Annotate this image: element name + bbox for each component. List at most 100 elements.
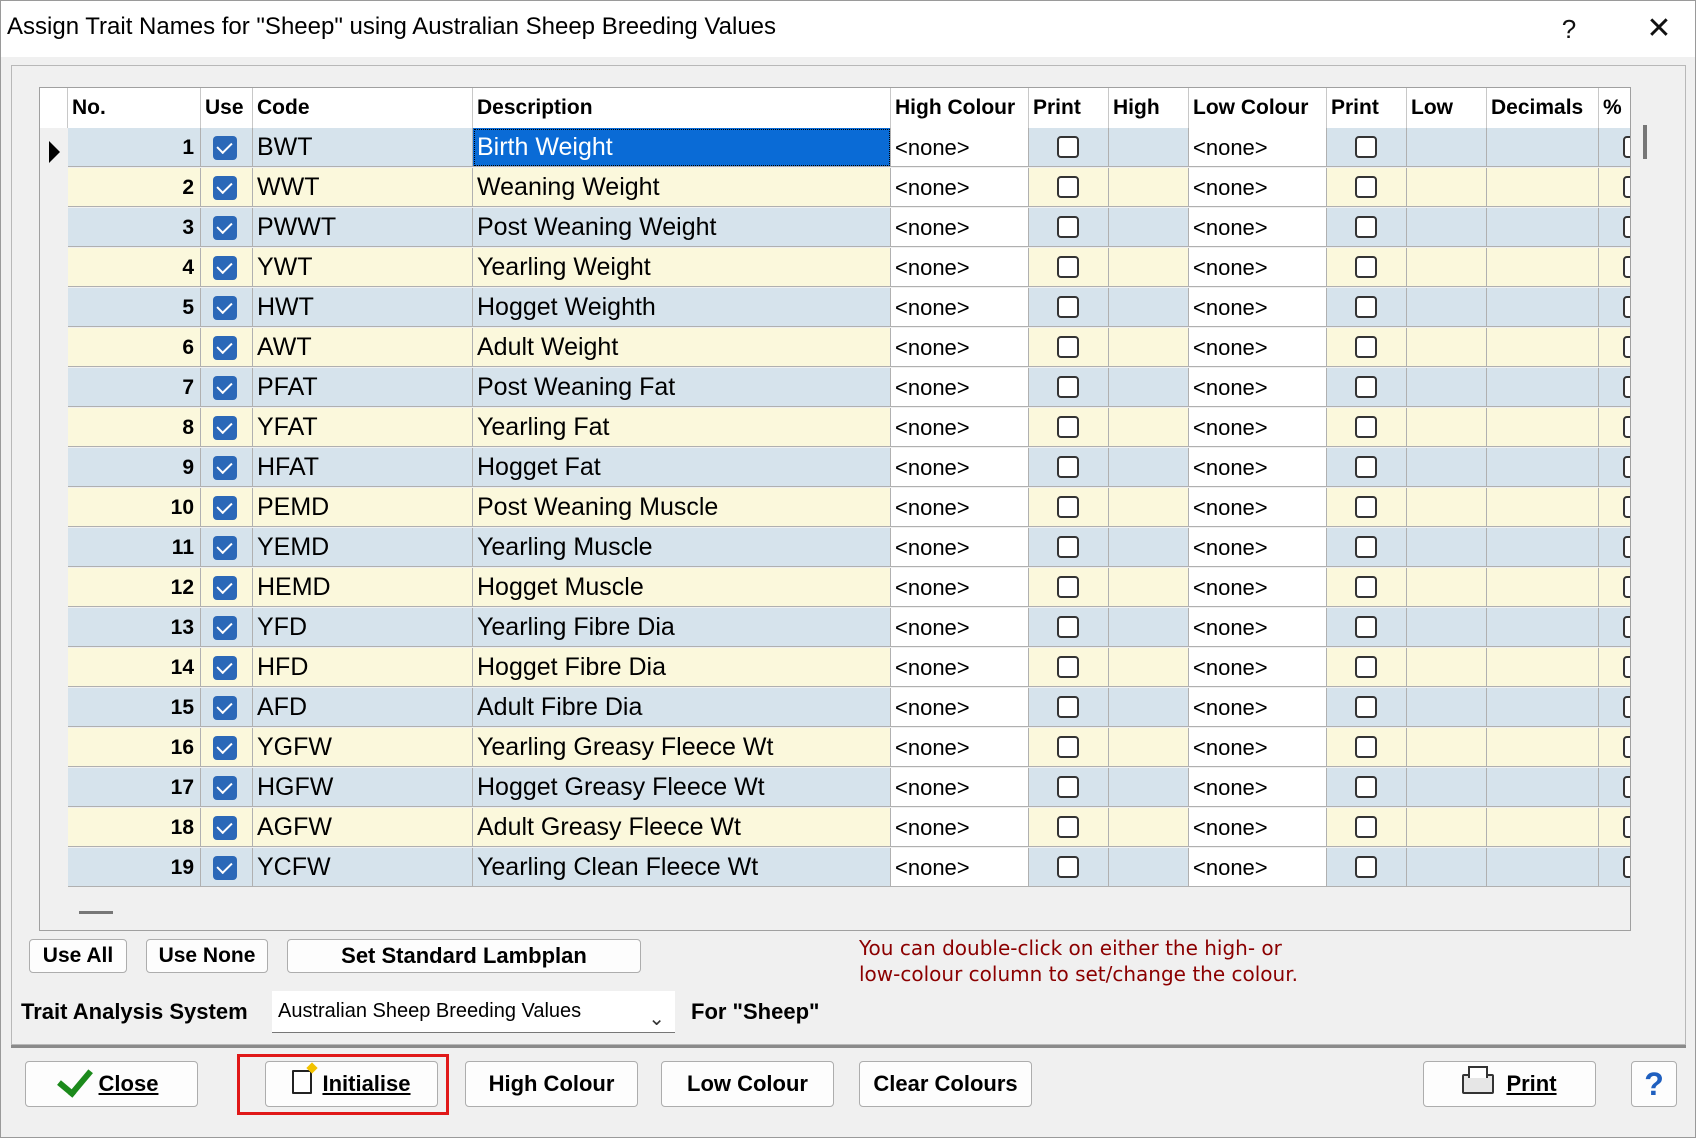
description-cell[interactable]: Yearling Fibre Dia [473,608,891,647]
traits-grid[interactable]: No. Use Code Description High Colour Pri… [39,87,1631,931]
low-value-cell[interactable] [1407,448,1487,487]
high-print-checkbox[interactable] [1057,256,1079,278]
low-value-cell[interactable] [1407,528,1487,567]
high-value-cell[interactable] [1109,728,1189,767]
low-colour-cell[interactable]: <none> [1189,608,1327,647]
description-cell[interactable]: Yearling Fat [473,408,891,447]
high-value-cell[interactable] [1109,768,1189,807]
low-value-cell[interactable] [1407,808,1487,847]
code-cell[interactable]: BWT [253,128,473,167]
low-print-checkbox[interactable] [1355,336,1377,358]
table-row[interactable]: 19 YCFW Yearling Clean Fleece Wt <none> <non… [40,848,1630,888]
low-colour-cell[interactable]: <none> [1189,248,1327,287]
use-checkbox[interactable] [213,376,237,400]
high-print-checkbox[interactable] [1057,336,1079,358]
high-print-checkbox[interactable] [1057,656,1079,678]
high-colour-cell[interactable]: <none> [891,448,1029,487]
high-value-cell[interactable] [1109,488,1189,527]
code-cell[interactable]: YEMD [253,528,473,567]
low-value-cell[interactable] [1407,608,1487,647]
percent-checkbox[interactable] [1623,696,1630,718]
low-colour-cell[interactable]: <none> [1189,448,1327,487]
decimals-cell[interactable] [1487,248,1599,287]
high-print-checkbox[interactable] [1057,376,1079,398]
decimals-cell[interactable] [1487,328,1599,367]
header-high-print[interactable]: Print [1029,88,1109,128]
table-row[interactable]: 6 AWT Adult Weight <none> <none> [40,328,1630,368]
low-print-checkbox[interactable] [1355,456,1377,478]
low-print-checkbox[interactable] [1355,296,1377,318]
table-row[interactable]: 18 AGFW Adult Greasy Fleece Wt <none> <none> [40,808,1630,848]
percent-checkbox[interactable] [1623,376,1630,398]
use-checkbox[interactable] [213,616,237,640]
high-print-checkbox[interactable] [1057,296,1079,318]
code-cell[interactable]: AWT [253,328,473,367]
high-colour-button[interactable]: High Colour [465,1061,638,1107]
low-print-checkbox[interactable] [1355,176,1377,198]
low-value-cell[interactable] [1407,248,1487,287]
close-button[interactable]: Close [25,1060,198,1107]
high-colour-cell[interactable]: <none> [891,768,1029,807]
decimals-cell[interactable] [1487,408,1599,447]
high-print-checkbox[interactable] [1057,696,1079,718]
help-button[interactable]: ? [1631,1061,1677,1107]
code-cell[interactable]: YFD [253,608,473,647]
table-row[interactable]: 16 YGFW Yearling Greasy Fleece Wt <none> <no… [40,728,1630,768]
percent-checkbox[interactable] [1623,736,1630,758]
high-print-checkbox[interactable] [1057,536,1079,558]
high-value-cell[interactable] [1109,608,1189,647]
code-cell[interactable]: PFAT [253,368,473,407]
decimals-cell[interactable] [1487,488,1599,527]
percent-checkbox[interactable] [1623,656,1630,678]
low-print-checkbox[interactable] [1355,216,1377,238]
code-cell[interactable]: HEMD [253,568,473,607]
table-row[interactable]: 3 PWWT Post Weaning Weight <none> <none> [40,208,1630,248]
header-percent[interactable]: % [1599,88,1630,128]
low-colour-cell[interactable]: <none> [1189,488,1327,527]
percent-checkbox[interactable] [1623,176,1630,198]
use-checkbox[interactable] [213,136,237,160]
header-high[interactable]: High [1109,88,1189,128]
decimals-cell[interactable] [1487,608,1599,647]
low-colour-cell[interactable]: <none> [1189,328,1327,367]
decimals-cell[interactable] [1487,648,1599,687]
low-value-cell[interactable] [1407,488,1487,527]
title-close-button[interactable]: ✕ [1629,7,1689,51]
low-value-cell[interactable] [1407,208,1487,247]
decimals-cell[interactable] [1487,368,1599,407]
decimals-cell[interactable] [1487,168,1599,207]
percent-checkbox[interactable] [1623,576,1630,598]
high-colour-cell[interactable]: <none> [891,568,1029,607]
decimals-cell[interactable] [1487,568,1599,607]
header-description[interactable]: Description [473,88,891,128]
high-colour-cell[interactable]: <none> [891,808,1029,847]
table-row[interactable]: 5 HWT Hogget Weighth <none> <none> [40,288,1630,328]
table-row[interactable]: 11 YEMD Yearling Muscle <none> <none> [40,528,1630,568]
decimals-cell[interactable] [1487,528,1599,567]
description-cell[interactable]: Hogget Greasy Fleece Wt [473,768,891,807]
code-cell[interactable]: PEMD [253,488,473,527]
header-code[interactable]: Code [253,88,473,128]
low-colour-cell[interactable]: <none> [1189,688,1327,727]
low-value-cell[interactable] [1407,568,1487,607]
use-checkbox[interactable] [213,696,237,720]
use-checkbox[interactable] [213,736,237,760]
percent-checkbox[interactable] [1623,296,1630,318]
table-row[interactable]: 10 PEMD Post Weaning Muscle <none> <none> [40,488,1630,528]
trait-analysis-system-select[interactable]: Australian Sheep Breeding Values ⌄ [272,991,675,1033]
low-print-checkbox[interactable] [1355,656,1377,678]
low-print-checkbox[interactable] [1355,576,1377,598]
high-colour-cell[interactable]: <none> [891,208,1029,247]
description-cell[interactable]: Hogget Muscle [473,568,891,607]
high-colour-cell[interactable]: <none> [891,728,1029,767]
high-print-checkbox[interactable] [1057,616,1079,638]
header-decimals[interactable]: Decimals [1487,88,1599,128]
percent-checkbox[interactable] [1623,416,1630,438]
low-value-cell[interactable] [1407,728,1487,767]
use-checkbox[interactable] [213,296,237,320]
table-row[interactable]: 14 HFD Hogget Fibre Dia <none> <none> [40,648,1630,688]
decimals-cell[interactable] [1487,288,1599,327]
high-colour-cell[interactable]: <none> [891,648,1029,687]
use-checkbox[interactable] [213,656,237,680]
high-print-checkbox[interactable] [1057,136,1079,158]
